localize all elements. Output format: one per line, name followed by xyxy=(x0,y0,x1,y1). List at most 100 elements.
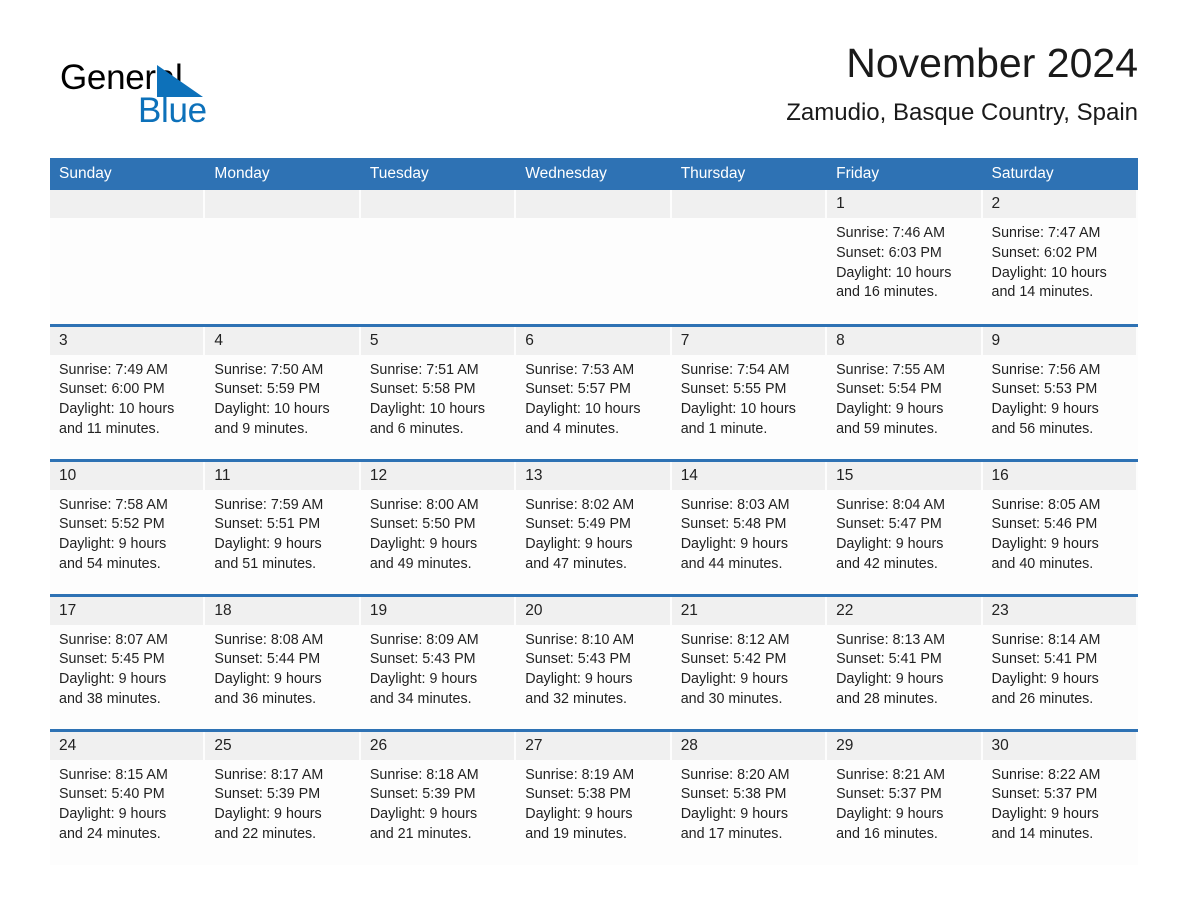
day-detail-line: Sunset: 5:50 PM xyxy=(369,516,476,533)
day-cell[interactable]: 4 Sunrise: 7:50 AM Sunset: 5:59 PM Daylight… xyxy=(205,323,361,460)
day-cell[interactable]: 8 Sunrise: 7:55 AM Sunset: 5:54 PM Daylight… xyxy=(827,323,983,460)
day-details: Sunrise: 8:13 AM Sunset: 5:41 PM Daylight:… xyxy=(827,625,982,710)
day-number xyxy=(50,190,204,218)
day-detail-line: Sunrise: 8:04 AM xyxy=(836,496,945,513)
day-cell[interactable]: 3 Sunrise: 7:49 AM Sunset: 6:00 PM Daylight… xyxy=(50,323,206,460)
day-cell[interactable]: 27 Sunrise: 8:19 AM Sunset: 5:38 PM Dayligh… xyxy=(516,728,672,865)
day-detail-line: Sunset: 5:43 PM xyxy=(369,651,476,668)
day-detail-line: and 32 minutes. xyxy=(525,690,627,707)
day-cell[interactable]: 5 Sunrise: 7:51 AM Sunset: 5:58 PM Daylight… xyxy=(360,323,517,460)
day-detail-line: Sunset: 5:54 PM xyxy=(836,381,942,398)
day-cell[interactable]: 20 Sunrise: 8:10 AM Sunset: 5:43 PM Dayligh… xyxy=(516,593,672,730)
day-cell-empty xyxy=(50,190,206,325)
day-number: 18 xyxy=(205,596,359,625)
day-detail-line: Sunrise: 8:10 AM xyxy=(525,631,635,648)
day-cell[interactable]: 22 Sunrise: 8:13 AM Sunset: 5:41 PM Dayligh… xyxy=(827,593,983,730)
day-cell[interactable]: 16 Sunrise: 8:05 AM Sunset: 5:46 PM Dayligh… xyxy=(982,458,1138,595)
day-number: 24 xyxy=(50,731,204,760)
weekday-header-row: Sunday Monday Tuesday Wednesday Thursday Frid… xyxy=(50,158,1138,190)
day-cell[interactable]: 13 Sunrise: 8:02 AM Sunset: 5:49 PM Dayligh… xyxy=(516,458,672,595)
day-details: Sunrise: 8:19 AM Sunset: 5:38 PM Daylight:… xyxy=(516,760,671,845)
day-detail-line: and 24 minutes. xyxy=(59,825,161,842)
day-cell[interactable]: 18 Sunrise: 8:08 AM Sunset: 5:44 PM Dayligh… xyxy=(205,593,361,730)
day-cell[interactable]: 7 Sunrise: 7:54 AM Sunset: 5:55 PM Daylight… xyxy=(671,323,828,460)
day-cell[interactable]: 12 Sunrise: 8:00 AM Sunset: 5:50 PM Dayligh… xyxy=(360,458,517,595)
week-row: 3 Sunrise: 7:49 AM Sunset: 6:00 PM Daylight… xyxy=(50,323,1138,460)
day-detail-line: Sunset: 5:40 PM xyxy=(59,786,165,803)
day-number: 6 xyxy=(516,326,670,355)
day-details xyxy=(205,218,360,224)
day-number: 28 xyxy=(671,731,826,760)
day-cell[interactable]: 17 Sunrise: 8:07 AM Sunset: 5:45 PM Dayligh… xyxy=(50,593,206,730)
day-cell[interactable]: 2 Sunrise: 7:47 AM Sunset: 6:02 PM Daylight… xyxy=(982,190,1138,325)
day-detail-line: and 54 minutes. xyxy=(59,555,161,572)
day-cell[interactable]: 28 Sunrise: 8:20 AM Sunset: 5:38 PM Dayligh… xyxy=(671,728,828,865)
day-detail-line: Daylight: 9 hours xyxy=(836,671,944,688)
day-details: Sunrise: 7:51 AM Sunset: 5:58 PM Daylight:… xyxy=(361,355,516,440)
day-cell[interactable]: 24 Sunrise: 8:15 AM Sunset: 5:40 PM Dayligh… xyxy=(50,728,206,865)
day-details: Sunrise: 8:12 AM Sunset: 5:42 PM Daylight:… xyxy=(672,625,827,710)
day-cell[interactable]: 26 Sunrise: 8:18 AM Sunset: 5:39 PM Dayligh… xyxy=(360,728,517,865)
day-cell-empty xyxy=(516,190,672,325)
day-cell[interactable]: 29 Sunrise: 8:21 AM Sunset: 5:37 PM Dayligh… xyxy=(827,728,983,865)
day-cell-empty xyxy=(360,190,517,325)
weekday-header-friday: Friday xyxy=(827,158,983,190)
day-number: 25 xyxy=(205,731,359,760)
day-detail-line: Sunrise: 7:49 AM xyxy=(59,361,168,378)
day-detail-line: and 38 minutes. xyxy=(59,690,161,707)
day-details: Sunrise: 7:53 AM Sunset: 5:57 PM Daylight:… xyxy=(516,355,671,440)
day-cell[interactable]: 25 Sunrise: 8:17 AM Sunset: 5:39 PM Dayligh… xyxy=(205,728,361,865)
day-detail-line: Sunrise: 7:55 AM xyxy=(836,361,945,378)
day-detail-line: and 19 minutes. xyxy=(525,825,627,842)
day-cell[interactable]: 10 Sunrise: 7:58 AM Sunset: 5:52 PM Dayligh… xyxy=(50,458,206,595)
day-detail-line: Daylight: 10 hours xyxy=(525,401,641,418)
day-detail-line: Sunrise: 8:02 AM xyxy=(525,496,635,513)
generalblue-logo[interactable]: General Blue xyxy=(60,48,360,134)
day-details: Sunrise: 8:09 AM Sunset: 5:43 PM Daylight:… xyxy=(361,625,516,710)
day-details xyxy=(672,218,827,224)
day-number: 4 xyxy=(205,326,359,355)
day-detail-line: Daylight: 9 hours xyxy=(991,536,1099,553)
day-detail-line: Daylight: 9 hours xyxy=(369,806,478,823)
day-detail-line: Sunrise: 7:50 AM xyxy=(214,361,324,378)
day-detail-line: Sunrise: 8:22 AM xyxy=(991,766,1101,783)
day-detail-line: and 47 minutes. xyxy=(525,555,627,572)
weekday-header-saturday: Saturday xyxy=(982,158,1138,190)
day-detail-line: Daylight: 9 hours xyxy=(836,401,944,418)
day-detail-line: and 11 minutes. xyxy=(59,420,160,437)
day-number: 14 xyxy=(671,461,826,490)
day-detail-line: Daylight: 9 hours xyxy=(991,806,1099,823)
day-details: Sunrise: 8:15 AM Sunset: 5:40 PM Daylight:… xyxy=(50,760,205,845)
day-detail-line: Sunrise: 8:19 AM xyxy=(525,766,635,783)
weekday-header-sunday: Sunday xyxy=(50,158,206,190)
day-detail-line: Sunset: 5:38 PM xyxy=(525,786,631,803)
day-detail-line: Daylight: 10 hours xyxy=(680,401,796,418)
day-number: 23 xyxy=(982,596,1136,625)
day-cell[interactable]: 19 Sunrise: 8:09 AM Sunset: 5:43 PM Dayligh… xyxy=(360,593,517,730)
day-cell[interactable]: 23 Sunrise: 8:14 AM Sunset: 5:41 PM Dayligh… xyxy=(982,593,1138,730)
day-cell[interactable]: 14 Sunrise: 8:03 AM Sunset: 5:48 PM Dayligh… xyxy=(671,458,828,595)
day-details: Sunrise: 7:49 AM Sunset: 6:00 PM Daylight:… xyxy=(50,355,205,440)
day-cell[interactable]: 1 Sunrise: 7:46 AM Sunset: 6:03 PM Daylight… xyxy=(827,190,983,325)
day-detail-line: and 51 minutes. xyxy=(214,555,317,572)
day-detail-line: Sunrise: 7:46 AM xyxy=(836,225,945,241)
day-cell[interactable]: 30 Sunrise: 8:22 AM Sunset: 5:37 PM Dayligh… xyxy=(982,728,1138,865)
day-cell[interactable]: 21 Sunrise: 8:12 AM Sunset: 5:42 PM Dayligh… xyxy=(671,593,828,730)
day-detail-line: and 28 minutes. xyxy=(836,690,938,707)
title-block: November 2024 Zamudio, Basque Country, S… xyxy=(438,40,1138,127)
page-header: General Blue November 2024 Zamudio, Basq… xyxy=(50,40,1138,145)
day-detail-line: and 6 minutes. xyxy=(369,420,464,437)
day-number: 1 xyxy=(827,190,981,218)
day-number: 19 xyxy=(360,596,515,625)
day-cell[interactable]: 15 Sunrise: 8:04 AM Sunset: 5:47 PM Dayligh… xyxy=(827,458,983,595)
day-number: 22 xyxy=(827,596,981,625)
day-detail-line: Sunset: 6:03 PM xyxy=(836,244,942,261)
day-details: Sunrise: 7:47 AM Sunset: 6:02 PM Daylight:… xyxy=(983,218,1138,303)
day-detail-line: and 59 minutes. xyxy=(836,420,938,437)
day-detail-line: Daylight: 9 hours xyxy=(680,536,788,553)
day-cell[interactable]: 6 Sunrise: 7:53 AM Sunset: 5:57 PM Daylight… xyxy=(516,323,672,460)
day-detail-line: Sunset: 5:58 PM xyxy=(369,381,476,398)
day-cell[interactable]: 9 Sunrise: 7:56 AM Sunset: 5:53 PM Daylight… xyxy=(982,323,1138,460)
day-cell[interactable]: 11 Sunrise: 7:59 AM Sunset: 5:51 PM Dayligh… xyxy=(205,458,361,595)
day-detail-line: Sunrise: 7:56 AM xyxy=(991,361,1101,378)
